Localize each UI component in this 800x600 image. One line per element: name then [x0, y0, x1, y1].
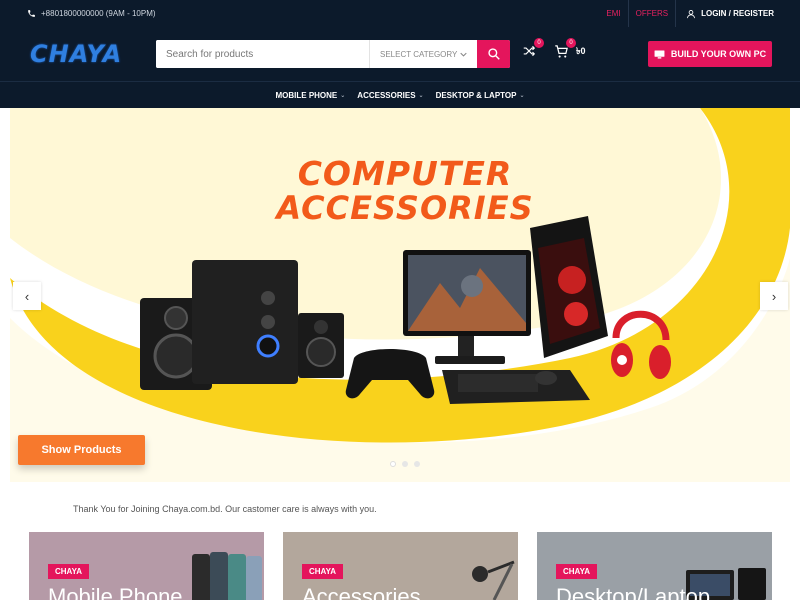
build-pc-label: BUILD YOUR OWN PC [670, 49, 767, 59]
nav-item-accessories[interactable]: ACCESSORIES ⌄ [357, 91, 423, 100]
main-nav: MOBILE PHONE ⌄ ACCESSORIES ⌄ DESKTOP & L… [0, 81, 800, 108]
offers-link[interactable]: OFFERS [629, 0, 675, 27]
category-cards: CHAYA Mobile Phone CHAYA Accessories CHA… [29, 532, 773, 600]
header-actions: 0 0 ৳0 [520, 38, 586, 60]
chevron-down-icon: ⌄ [418, 92, 424, 99]
chevron-down-icon [460, 52, 467, 57]
cart-total[interactable]: ৳0 [576, 44, 586, 59]
top-bar: +8801800000000 (9AM - 10PM) EMI OFFERS L… [0, 0, 800, 27]
main-header: CHAYA SELECT CATEGORY 0 0 ৳0 BUILD YOUR … [0, 27, 800, 81]
site-logo[interactable]: CHAYA [30, 40, 122, 68]
subwoofer-image [192, 260, 298, 384]
nav-item-mobile-phone[interactable]: MOBILE PHONE ⌄ [275, 91, 345, 100]
search-bar: SELECT CATEGORY [156, 40, 510, 68]
category-tag: CHAYA [302, 564, 343, 579]
chevron-down-icon: ⌄ [519, 92, 525, 99]
category-card-desktop-laptop[interactable]: CHAYA Desktop/Laptop [537, 532, 772, 600]
compare-button[interactable]: 0 [520, 38, 544, 60]
slider-prev-button[interactable]: ‹ [13, 282, 41, 310]
category-name: Mobile Phone [48, 584, 183, 600]
category-name: Desktop/Laptop [556, 584, 711, 600]
earphones-image [472, 560, 515, 600]
category-card-accessories[interactable]: CHAYA Accessories [283, 532, 518, 600]
slider-dot[interactable] [390, 461, 396, 467]
search-icon [487, 48, 500, 60]
chevron-down-icon: ⌄ [340, 92, 346, 99]
chevron-right-icon: › [771, 288, 777, 304]
category-select[interactable]: SELECT CATEGORY [369, 40, 477, 68]
login-register-link[interactable]: LOGIN / REGISTER [676, 9, 774, 19]
user-icon [687, 9, 696, 18]
search-button[interactable] [477, 40, 510, 68]
welcome-message: Thank You for Joining Chaya.com.bd. Our … [73, 504, 377, 514]
speaker-right-image [298, 313, 344, 378]
nav-item-desktop-laptop[interactable]: DESKTOP & LAPTOP ⌄ [436, 91, 525, 100]
top-links: EMI OFFERS LOGIN / REGISTER [599, 0, 774, 27]
category-name: Accessories [302, 584, 421, 600]
hero-slider: COMPUTER ACCESSORIES ‹ › Show Products [10, 108, 790, 482]
phone-icon [28, 10, 35, 17]
pc-icon [654, 49, 665, 59]
slider-dot[interactable] [414, 461, 420, 467]
slider-next-button[interactable]: › [760, 282, 788, 310]
cart-button[interactable]: 0 [552, 38, 576, 60]
build-pc-button[interactable]: BUILD YOUR OWN PC [648, 41, 772, 67]
category-select-label: SELECT CATEGORY [380, 49, 458, 59]
cart-count-badge: 0 [566, 38, 576, 48]
show-products-button[interactable]: Show Products [18, 435, 145, 465]
keyboard-mouse-image [442, 370, 590, 404]
category-tag: CHAYA [48, 564, 89, 579]
compare-count-badge: 0 [534, 38, 544, 48]
phone-number: +8801800000000 (9AM - 10PM) [41, 9, 156, 18]
login-label: LOGIN / REGISTER [701, 9, 774, 18]
slider-dots [390, 461, 420, 467]
nav-item-label: MOBILE PHONE [275, 90, 338, 100]
hero-title-line2: ACCESSORIES [276, 189, 534, 227]
nav-item-label: ACCESSORIES [357, 90, 416, 100]
hero-title-line1: COMPUTER [297, 154, 513, 193]
search-input[interactable] [156, 40, 369, 68]
category-tag: CHAYA [556, 564, 597, 579]
emi-link[interactable]: EMI [599, 0, 627, 27]
nav-item-label: DESKTOP & LAPTOP [435, 90, 517, 100]
chevron-left-icon: ‹ [24, 288, 30, 304]
shuffle-icon [523, 45, 536, 57]
category-card-mobile-phone[interactable]: CHAYA Mobile Phone [29, 532, 264, 600]
phone-contact[interactable]: +8801800000000 (9AM - 10PM) [27, 9, 156, 18]
slider-dot[interactable] [402, 461, 408, 467]
